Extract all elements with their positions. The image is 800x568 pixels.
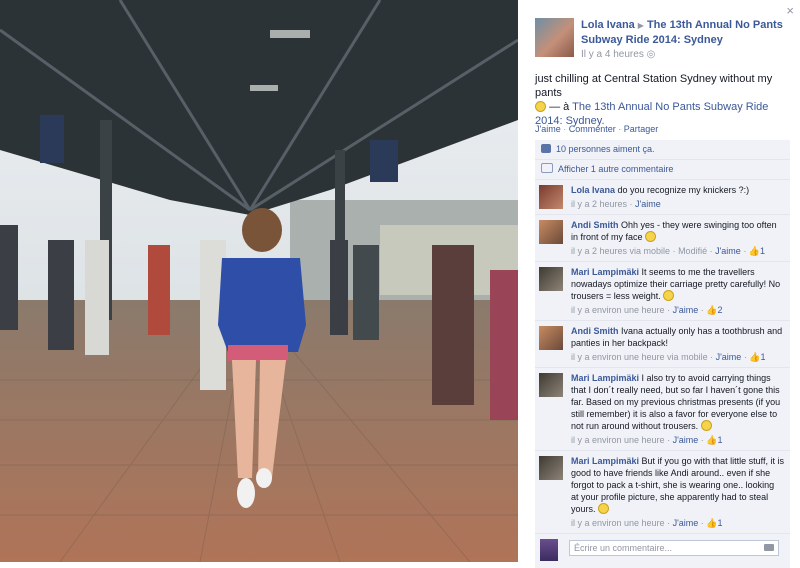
like-button[interactable]: J'aime	[535, 124, 561, 134]
comment-item: Mari Lampimäki It seems to me the travel…	[535, 262, 790, 321]
comment-like-button[interactable]: J'aime	[635, 199, 661, 209]
comment-meta: il y a environ une heure · J'aime · 👍2	[571, 305, 723, 315]
share-button[interactable]: Partager	[624, 124, 659, 134]
tag-prefix: — à	[549, 101, 570, 113]
comment-meta: il y a 2 heures via mobile · Modifié · J…	[571, 246, 766, 256]
smiley-icon	[645, 231, 657, 242]
thumbs-up-icon: 👍	[749, 352, 761, 362]
thumbs-up-icon: 👍	[706, 435, 718, 445]
comment-meta: il y a environ une heure · J'aime · 👍1	[571, 518, 723, 528]
show-more-row: Afficher 1 autre commentaire	[535, 160, 790, 180]
edited-label[interactable]: Modifié	[678, 246, 707, 256]
globe-icon: ◎	[643, 49, 656, 60]
arrow-icon: ▶	[637, 21, 644, 30]
commenter-name[interactable]: Andi Smith	[571, 220, 619, 230]
comment-text: do you recognize my knickers ?:)	[617, 185, 750, 195]
station-photo	[0, 0, 518, 562]
smiley-icon	[535, 101, 546, 112]
thumbs-up-icon: 👍	[748, 246, 761, 256]
comment-item: Andi Smith Ohh yes - they were swinging …	[535, 215, 790, 262]
thumbs-up-icon: 👍	[706, 518, 718, 528]
comment-item: Lola Ivana do you recognize my knickers …	[535, 180, 790, 215]
comment-like-count[interactable]: 1	[718, 435, 723, 445]
comment-button[interactable]: Commenter	[569, 124, 616, 134]
comment-time[interactable]: il y a environ une heure	[571, 518, 665, 528]
comment-like-count[interactable]: 1	[760, 246, 765, 256]
commenter-avatar[interactable]	[539, 267, 563, 291]
thumbs-up-icon	[541, 144, 551, 153]
smiley-icon	[663, 290, 675, 301]
smiley-icon	[598, 503, 610, 514]
post-header: Lola Ivana ▶ The 13th Annual No Pants Subw…	[535, 18, 790, 62]
commenter-avatar[interactable]	[539, 185, 563, 209]
comment-bubble-icon	[541, 163, 553, 173]
commenter-avatar[interactable]	[539, 326, 563, 350]
comment-like-button[interactable]: J'aime	[716, 352, 742, 362]
comment-input[interactable]: Écrire un commentaire...	[569, 540, 779, 556]
comment-item: Andi Smith Ivana actually only has a too…	[535, 321, 790, 368]
photo-viewer[interactable]	[0, 0, 518, 562]
comment-meta: il y a environ une heure via mobile · J'…	[571, 352, 766, 362]
comment-time[interactable]: il y a environ une heure	[571, 435, 665, 445]
post-actions: J'aime · Commenter · Partager	[535, 124, 659, 134]
post-time[interactable]: Il y a 4 heures	[581, 49, 644, 60]
viewer-avatar	[540, 539, 558, 561]
commenter-name[interactable]: Mari Lampimäki	[571, 267, 639, 277]
commenter-avatar[interactable]	[539, 456, 563, 480]
commenter-name[interactable]: Mari Lampimäki	[571, 373, 639, 383]
commenter-name[interactable]: Mari Lampimäki	[571, 456, 639, 466]
comment-list: Lola Ivana do you recognize my knickers …	[535, 180, 790, 534]
comment-meta: il y a 2 heures · J'aime	[571, 199, 661, 209]
commenter-name[interactable]: Andi Smith	[571, 326, 619, 336]
status-text: just chilling at Central Station Sydney …	[535, 72, 793, 128]
comment-meta: il y a environ une heure · J'aime · 👍1	[571, 435, 723, 445]
comment-like-button[interactable]: J'aime	[715, 246, 741, 256]
comment-time[interactable]: il y a 2 heures	[571, 199, 627, 209]
comment-like-count[interactable]: 1	[761, 352, 766, 362]
comment-time[interactable]: il y a environ une heure	[571, 305, 665, 315]
comment-time[interactable]: il y a 2 heures via mobile	[571, 246, 670, 256]
thumbs-up-icon: 👍	[706, 305, 718, 315]
close-icon[interactable]: ×	[786, 3, 794, 18]
camera-icon[interactable]	[764, 544, 774, 551]
comment-like-button[interactable]: J'aime	[673, 305, 699, 315]
author-link[interactable]: Lola Ivana	[581, 19, 635, 31]
comment-like-count[interactable]: 1	[718, 518, 723, 528]
status-body: just chilling at Central Station Sydney …	[535, 73, 773, 99]
comment-like-count[interactable]: 2	[718, 305, 723, 315]
show-more-link[interactable]: Afficher 1 autre commentaire	[558, 164, 673, 174]
comment-item: Mari Lampimäki But if you go with that l…	[535, 451, 790, 534]
comment-like-button[interactable]: J'aime	[673, 435, 699, 445]
commenter-avatar[interactable]	[539, 220, 563, 244]
commenter-avatar[interactable]	[539, 373, 563, 397]
likes-count[interactable]: 10 personnes aiment ça.	[556, 144, 655, 154]
comment-like-button[interactable]: J'aime	[673, 518, 699, 528]
smiley-icon	[700, 420, 712, 431]
comment-placeholder: Écrire un commentaire...	[574, 543, 673, 553]
comment-composer: Écrire un commentaire...	[535, 534, 790, 568]
comment-time[interactable]: il y a environ une heure via mobile	[571, 352, 708, 362]
commenter-name[interactable]: Lola Ivana	[571, 185, 615, 195]
comments-box: 10 personnes aiment ça. Afficher 1 autre…	[535, 140, 790, 568]
likes-row: 10 personnes aiment ça.	[535, 140, 790, 160]
author-avatar[interactable]	[535, 18, 574, 57]
post-panel: × Lola Ivana ▶ The 13th Annual No Pants Su…	[518, 0, 800, 568]
comment-item: Mari Lampimäki I also try to avoid carry…	[535, 368, 790, 451]
